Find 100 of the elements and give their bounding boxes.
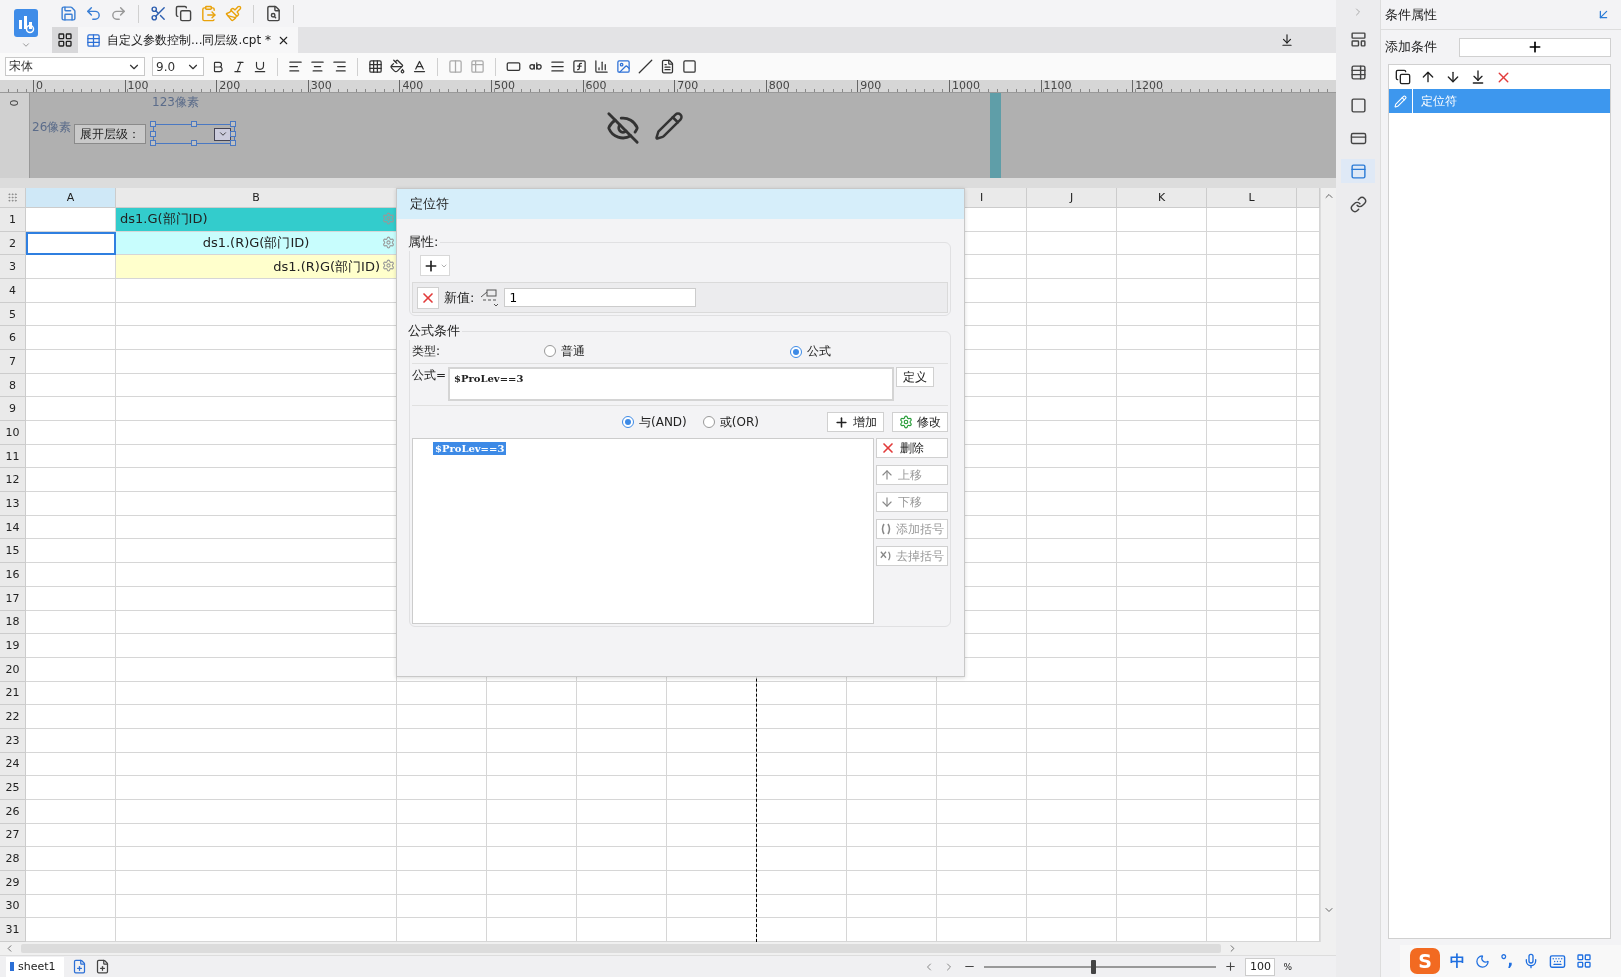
radio-option[interactable]: 与(AND) — [622, 413, 687, 431]
italic-icon[interactable] — [232, 59, 246, 74]
row-header[interactable]: 23 — [0, 728, 26, 753]
table-cell[interactable]: ds1.G(部门ID) — [116, 208, 397, 232]
chart-icon[interactable] — [594, 59, 609, 74]
column-header[interactable]: J — [1027, 188, 1117, 208]
row-header[interactable]: 24 — [0, 752, 26, 777]
row-header[interactable]: 4 — [0, 279, 26, 303]
image-icon[interactable] — [616, 59, 631, 74]
delete-button[interactable] — [417, 286, 439, 309]
row-header[interactable]: 8 — [0, 373, 26, 398]
row-header[interactable]: 17 — [0, 586, 26, 611]
punctuation-mode[interactable]: °, — [1500, 952, 1514, 970]
align-center-icon[interactable] — [310, 59, 325, 74]
align-right-icon[interactable] — [332, 59, 347, 74]
menu-icon[interactable] — [1280, 33, 1294, 47]
row-header[interactable]: 15 — [0, 539, 26, 564]
copy-icon[interactable] — [175, 5, 192, 22]
move-bottom-icon[interactable] — [1470, 69, 1486, 85]
row-header[interactable]: 5 — [0, 302, 26, 327]
cut-icon[interactable] — [150, 5, 167, 22]
row-header[interactable]: 1 — [0, 208, 26, 232]
fill-icon[interactable] — [390, 59, 405, 74]
sheet-tab[interactable]: sheet1 — [6, 956, 64, 977]
row-header[interactable]: 28 — [0, 847, 26, 871]
row-header[interactable]: 11 — [0, 444, 26, 469]
size-select[interactable]: 9.0 — [152, 57, 204, 76]
row-header[interactable]: 13 — [0, 492, 26, 516]
add-report-icon[interactable] — [94, 959, 110, 974]
row-header[interactable]: 14 — [0, 515, 26, 540]
undo-icon[interactable] — [85, 5, 102, 22]
table-cell[interactable]: ds1.(R)G(部门ID) — [116, 255, 397, 280]
frame-icon[interactable] — [682, 59, 697, 74]
value-type-icon[interactable] — [479, 287, 500, 308]
modify-button[interactable]: 修改 — [892, 412, 948, 432]
value-field[interactable]: 1 — [504, 288, 697, 307]
logo-icon[interactable] — [13, 8, 39, 38]
eye-slash-icon[interactable] — [606, 111, 640, 145]
select-all-icon[interactable] — [7, 192, 18, 203]
slash-icon[interactable] — [638, 59, 653, 74]
add-sheet-icon[interactable] — [71, 959, 87, 974]
row-header[interactable]: 21 — [0, 681, 26, 706]
page-icon[interactable] — [660, 59, 675, 74]
table-cell[interactable]: ds1.(R)G(部门ID) — [116, 231, 397, 256]
lines-icon[interactable] — [550, 59, 565, 74]
font-select[interactable]: 宋体 — [5, 57, 145, 76]
copy-icon[interactable] — [1395, 69, 1411, 85]
row-header[interactable]: 20 — [0, 657, 26, 682]
define-button[interactable]: 定义 — [896, 367, 935, 387]
row-header[interactable]: 18 — [0, 610, 26, 635]
input-mode[interactable]: 中 — [1450, 951, 1465, 971]
row-header[interactable]: 19 — [0, 634, 26, 658]
formula-field[interactable]: $ProLev==3 — [448, 367, 895, 401]
row-header[interactable]: 27 — [0, 823, 26, 848]
resize-handle[interactable] — [191, 121, 197, 127]
row-header[interactable]: 10 — [0, 421, 26, 445]
radio-option[interactable]: 公式 — [790, 343, 831, 360]
column-header[interactable]: L — [1207, 188, 1297, 208]
row-header[interactable]: 3 — [0, 255, 26, 280]
document-tab[interactable]: 自定义参数控制...同层级.cpt * — [78, 27, 298, 53]
moon-icon[interactable] — [1475, 953, 1490, 969]
add-button[interactable]: 增加 — [827, 412, 884, 432]
row-header[interactable]: 6 — [0, 326, 26, 351]
font-color-icon[interactable] — [412, 59, 427, 74]
column-header[interactable]: A — [26, 188, 116, 208]
condition-item[interactable]: $ProLev==3 — [433, 442, 507, 455]
align-left-icon[interactable] — [288, 59, 303, 74]
row-header[interactable]: 2 — [0, 231, 26, 256]
zoom-field[interactable]: 100 — [1245, 957, 1276, 976]
radio-option[interactable]: 普通 — [544, 342, 585, 360]
row-header[interactable]: 26 — [0, 799, 26, 824]
row-header[interactable]: 22 — [0, 705, 26, 729]
column-header[interactable]: B — [116, 188, 397, 208]
radio-option[interactable]: 或(OR) — [702, 413, 759, 431]
row-header[interactable]: 9 — [0, 397, 26, 422]
row-header[interactable]: 16 — [0, 563, 26, 587]
text-box-icon[interactable] — [506, 59, 521, 74]
underline-icon[interactable] — [253, 59, 267, 74]
redo-icon[interactable] — [110, 5, 127, 22]
keyboard-icon[interactable] — [1549, 952, 1567, 970]
row-header[interactable]: 25 — [0, 776, 26, 800]
preview-icon[interactable] — [265, 5, 282, 22]
border-icon[interactable] — [368, 59, 383, 74]
row-header[interactable]: 30 — [0, 894, 26, 919]
column-header[interactable]: K — [1117, 188, 1207, 208]
save-icon[interactable] — [60, 5, 77, 22]
pencil-icon[interactable] — [654, 111, 684, 141]
row-header[interactable]: 12 — [0, 468, 26, 493]
row-header[interactable]: 7 — [0, 350, 26, 374]
slider-thumb[interactable] — [1091, 959, 1097, 974]
grid-icon[interactable] — [1576, 953, 1593, 969]
row-header[interactable]: 31 — [0, 918, 26, 942]
function-icon[interactable] — [572, 59, 587, 74]
grid-add-icon[interactable] — [57, 32, 73, 48]
parameter-combo-box[interactable] — [153, 124, 235, 144]
selected-cell[interactable] — [26, 231, 116, 256]
row-header[interactable]: 29 — [0, 870, 26, 895]
bold-icon[interactable] — [211, 59, 225, 74]
resize-handle[interactable] — [191, 140, 197, 146]
zoom-in-icon[interactable] — [1224, 960, 1238, 973]
